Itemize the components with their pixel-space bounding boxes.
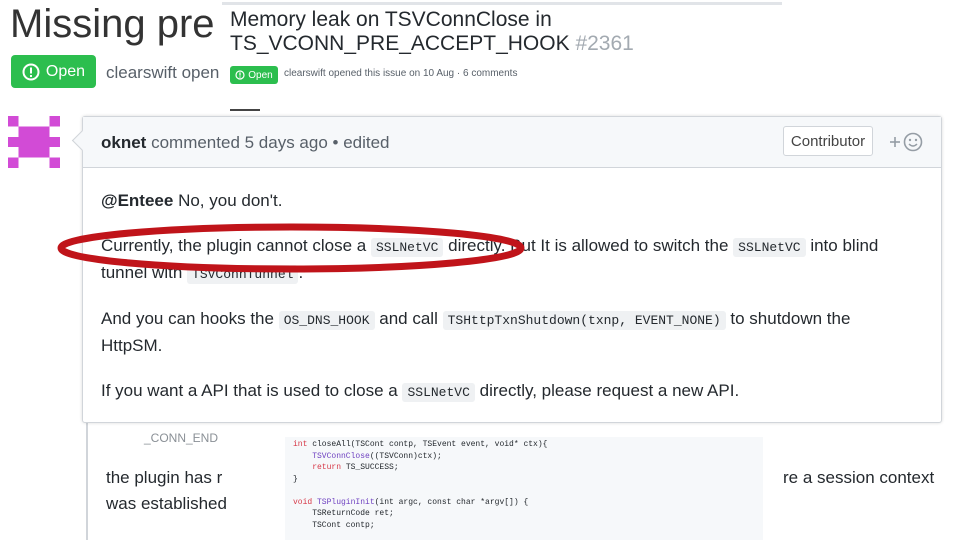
avatar[interactable] (8, 116, 60, 168)
inline-code: SSLNetVC (733, 238, 806, 257)
issue-header: Memory leak on TSVConnClose in TS_VCONN_… (222, 2, 782, 113)
code-snippet: int closeAll(TSCont contp, TSEvent event… (285, 437, 763, 540)
annotation-ellipse (57, 223, 525, 273)
background-open-badge: Open (11, 55, 96, 88)
code-text: } (293, 474, 298, 484)
comment-header: oknet commented 5 days ago • edited Cont… (83, 117, 941, 168)
code-keyword: int (293, 440, 308, 449)
code-keyword: return (293, 463, 342, 472)
background-author-text: clearswift open (106, 63, 220, 82)
code-text: TS_SUCCESS; (341, 463, 399, 472)
code-keyword: void (293, 497, 313, 507)
background-text-line1: the plugin has r (106, 468, 223, 487)
contributor-badge: Contributor (783, 126, 873, 156)
comment-text: And you can hooks the (101, 309, 274, 328)
issue-title-line2: TS_VCONN_PRE_ACCEPT_HOOK (230, 32, 570, 55)
background-text-line3: re a session context (783, 468, 935, 487)
issue-title-line1: Memory leak on TSVConnClose in (230, 8, 552, 31)
comment-line: @Enteee No, you don't. (101, 190, 282, 212)
background-issue-title: Missing pre (10, 2, 215, 46)
issue-open-icon (235, 70, 245, 80)
mention-link[interactable]: @Enteee (101, 191, 173, 210)
issue-number: #2361 (575, 32, 634, 55)
divider (230, 109, 260, 111)
code-text: ((TSVConn)ctx); (369, 451, 442, 461)
issue-state-badge: Open (230, 66, 278, 84)
inline-code: SSLNetVC (402, 383, 475, 402)
comment-author[interactable]: oknet (101, 133, 146, 152)
comment-text: No, you don't. (178, 191, 283, 210)
comment-timestamp[interactable]: commented 5 days ago • edited (151, 133, 389, 152)
comment-text: into blind (810, 236, 879, 255)
comment-text: and call (379, 309, 438, 328)
issue-title: Memory leak on TSVConnClose in TS_VCONN_… (230, 8, 650, 56)
code-text: closeAll(TSCont contp, TSEvent event, vo… (307, 440, 548, 449)
add-reaction-button[interactable] (889, 131, 925, 158)
comment-line: If you want a API that is used to close … (101, 380, 739, 404)
background-text-line2: was established (106, 494, 227, 513)
background-open-label: Open (45, 62, 86, 80)
comment-text: to shutdown the (730, 309, 851, 328)
code-function: TSVConnClose (293, 451, 370, 461)
issue-meta: clearswift opened this issue on 10 Aug ·… (284, 68, 518, 79)
comment-text: HttpSM. (101, 336, 163, 355)
code-function: TSPluginInit (312, 497, 375, 507)
code-text: TSCont contp; (293, 520, 375, 530)
background-fragment: _CONN_END (144, 431, 219, 445)
inline-code: OS_DNS_HOOK (278, 311, 375, 330)
issue-open-icon (22, 63, 40, 80)
comment-text: directly, please request a new API. (479, 381, 740, 400)
comment-line: HttpSM. (101, 335, 162, 357)
comment-text: If you want a API that is used to close … (101, 381, 398, 400)
comment-line: And you can hooks the OS_DNS_HOOK and ca… (101, 308, 850, 332)
smiley-add-icon (890, 132, 923, 152)
issue-state-label: Open (248, 69, 273, 81)
comment-author-line: oknet commented 5 days ago • edited (101, 133, 390, 153)
code-text: (int argc, const char *argv[]) { (374, 497, 529, 507)
inline-code: TSHttpTxnShutdown(txnp, EVENT_NONE) (442, 311, 726, 330)
code-text: TSReturnCode ret; (293, 509, 394, 518)
